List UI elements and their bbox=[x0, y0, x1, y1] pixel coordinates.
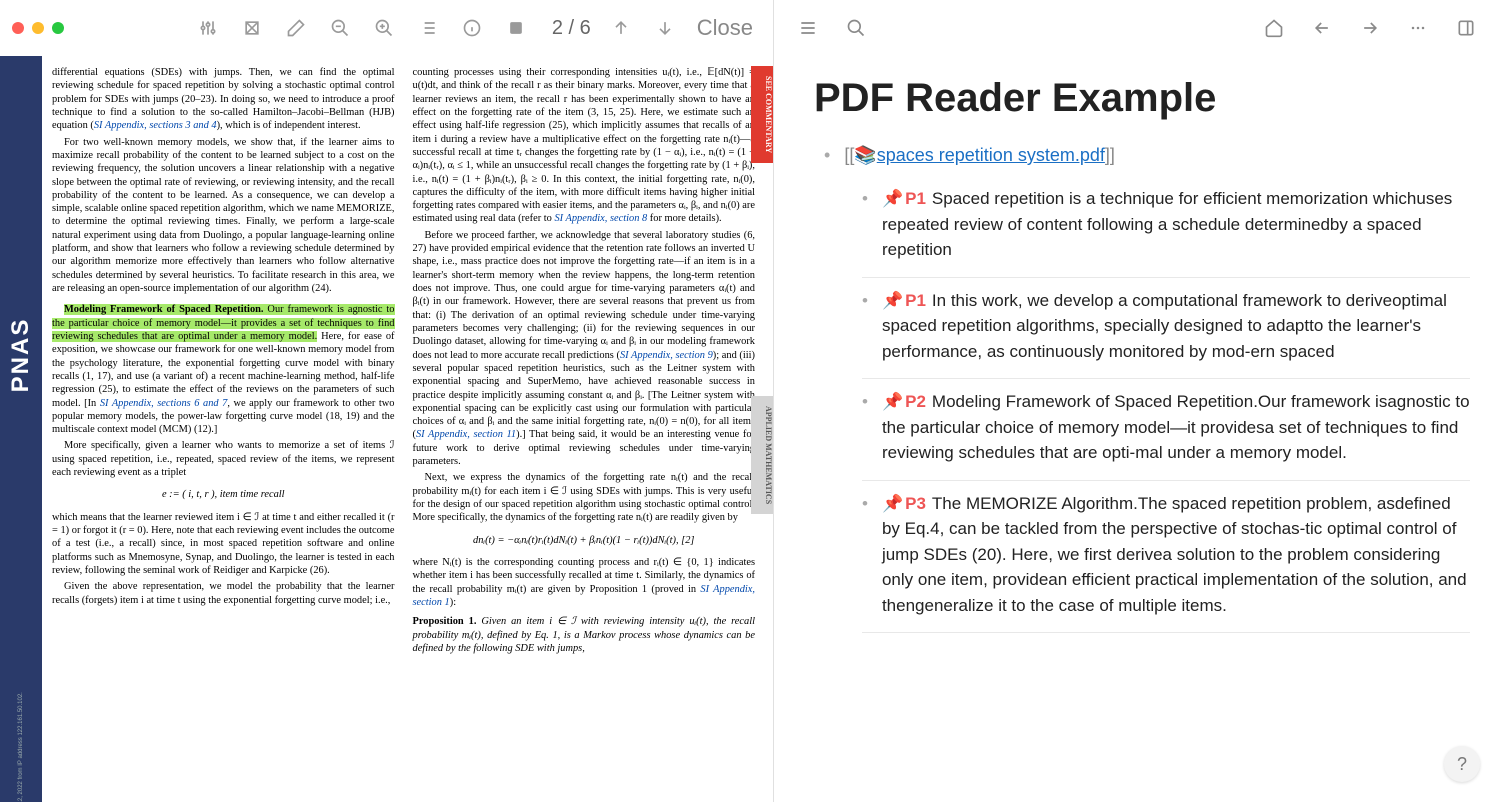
zoom-in-icon[interactable] bbox=[364, 8, 404, 48]
pencil-icon[interactable] bbox=[276, 8, 316, 48]
file-link[interactable]: [[📚 spaces repetition system.pdf]] bbox=[824, 145, 1470, 166]
note-item[interactable]: 📌P1In this work, we develop a computatio… bbox=[862, 278, 1470, 380]
back-icon[interactable] bbox=[1304, 10, 1340, 46]
help-button[interactable]: ? bbox=[1444, 746, 1480, 782]
close-button[interactable]: Close bbox=[697, 15, 753, 41]
close-window-icon[interactable] bbox=[12, 22, 24, 34]
zoom-out-icon[interactable] bbox=[320, 8, 360, 48]
notes-area: PDF Reader Example [[📚 spaces repetition… bbox=[774, 56, 1500, 802]
pdf-column-1: differential equations (SDEs) with jumps… bbox=[52, 66, 395, 792]
applied-math-tab[interactable]: APPLIED MATHEMATICS bbox=[751, 396, 773, 514]
maximize-window-icon[interactable] bbox=[52, 22, 64, 34]
notes-toolbar bbox=[774, 0, 1500, 56]
search-icon[interactable] bbox=[838, 10, 874, 46]
note-item[interactable]: 📌P2Modeling Framework of Spaced Repetiti… bbox=[862, 379, 1470, 481]
page-up-icon[interactable] bbox=[601, 8, 641, 48]
highlight-icon[interactable] bbox=[232, 8, 272, 48]
note-item[interactable]: 📌P3The MEMORIZE Algorithm.The spaced rep… bbox=[862, 481, 1470, 634]
page-down-icon[interactable] bbox=[645, 8, 685, 48]
outline-icon[interactable] bbox=[408, 8, 448, 48]
menu-icon[interactable] bbox=[790, 10, 826, 46]
settings-sliders-icon[interactable] bbox=[188, 8, 228, 48]
journal-strip: PNAS 22.161.50.102 on May 12, 2022 from … bbox=[0, 56, 42, 802]
window-controls bbox=[12, 22, 64, 34]
home-icon[interactable] bbox=[1256, 10, 1292, 46]
journal-label: PNAS bbox=[7, 318, 35, 393]
note-item[interactable]: 📌P1Spaced repetition is a technique for … bbox=[862, 176, 1470, 278]
info-icon[interactable] bbox=[452, 8, 492, 48]
forward-icon[interactable] bbox=[1352, 10, 1388, 46]
pdf-toolbar: 2 / 6 Close bbox=[0, 0, 773, 56]
panel-icon[interactable] bbox=[1448, 10, 1484, 46]
page-indicator: 2 / 6 bbox=[552, 17, 591, 40]
more-icon[interactable] bbox=[1400, 10, 1436, 46]
export-icon[interactable] bbox=[496, 8, 536, 48]
minimize-window-icon[interactable] bbox=[32, 22, 44, 34]
notes-title: PDF Reader Example bbox=[814, 76, 1470, 121]
download-info: 22.161.50.102 on May 12, 2022 from IP ad… bbox=[18, 692, 24, 802]
pdf-viewport: PNAS 22.161.50.102 on May 12, 2022 from … bbox=[0, 56, 773, 802]
commentary-tab[interactable]: SEE COMMENTARY bbox=[751, 66, 773, 163]
pdf-column-2: counting processes using their correspon… bbox=[413, 66, 756, 792]
